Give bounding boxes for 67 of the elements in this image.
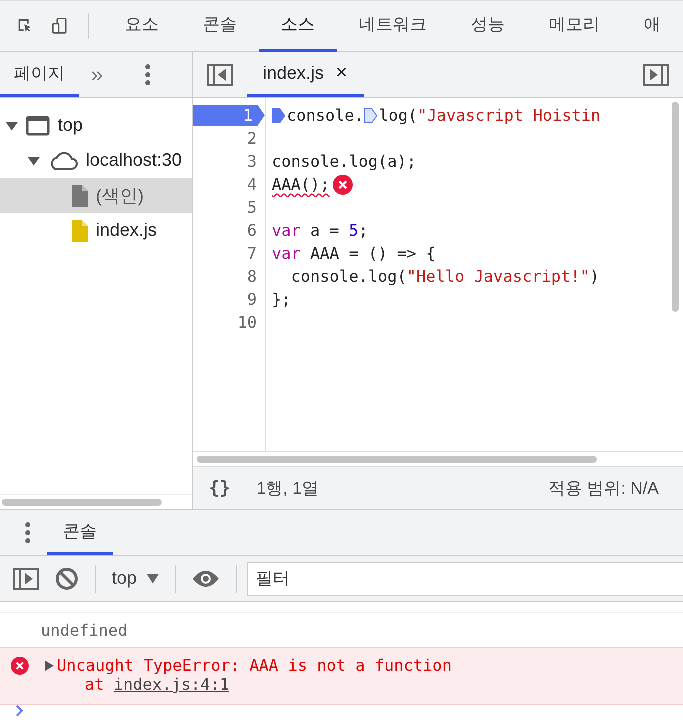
code-text: ) xyxy=(590,267,600,286)
sidebar-toggle-icon[interactable] xyxy=(13,568,39,590)
code-text: console.log(a); xyxy=(272,152,416,171)
code-text: log( xyxy=(379,106,418,125)
expand-triangle-icon[interactable] xyxy=(6,120,18,132)
line-number: 3 xyxy=(246,151,258,172)
tree-item[interactable]: (색인) xyxy=(0,178,192,213)
code-text: console. xyxy=(287,106,364,125)
line-number: 10 xyxy=(236,312,258,333)
breakpoint-marker-icon[interactable] xyxy=(364,108,378,124)
error-text: Uncaught TypeError: AAA is not a function xyxy=(57,656,452,675)
panel-tab[interactable]: 애 xyxy=(622,0,683,52)
tree-item[interactable]: index.js xyxy=(0,213,192,248)
expand-triangle-icon[interactable] xyxy=(45,660,54,672)
panel-tab[interactable]: 성능 xyxy=(449,0,527,52)
context-selector[interactable]: top xyxy=(112,568,160,589)
line-number: 2 xyxy=(246,128,258,149)
file-icon xyxy=(72,220,88,242)
panel-tab[interactable]: 메모리 xyxy=(527,0,622,52)
code-keyword: var xyxy=(272,244,301,263)
line-number: 5 xyxy=(246,197,258,218)
file-icon xyxy=(72,184,88,206)
frame-icon xyxy=(26,116,50,136)
cursor-position: 1행, 1열 xyxy=(256,478,320,500)
toggle-debugger-icon[interactable] xyxy=(643,64,669,86)
expand-triangle-icon[interactable] xyxy=(28,154,40,166)
navigator-tab[interactable]: 페이지 xyxy=(0,52,79,97)
line-number: 1 xyxy=(193,105,265,126)
line-number: 4 xyxy=(246,174,258,195)
clear-console-icon[interactable] xyxy=(55,566,79,590)
code-number: 5 xyxy=(349,221,359,240)
code-text: ; xyxy=(358,221,368,240)
line-number: 8 xyxy=(246,266,258,287)
code-string: "Hello Javascript!" xyxy=(406,267,590,286)
code-string: "Javascript Hoistin xyxy=(418,106,601,125)
breakpoint-marker-icon[interactable] xyxy=(272,108,286,124)
source-link[interactable]: index.js:4:1 xyxy=(114,675,230,694)
tree-item[interactable]: top xyxy=(0,108,192,143)
error-icon xyxy=(332,174,353,194)
cloud-icon xyxy=(48,150,78,170)
eye-icon[interactable] xyxy=(192,570,220,588)
toggle-navigator-icon[interactable] xyxy=(207,64,233,86)
coverage-status: 적용 범위: N/A xyxy=(548,478,659,500)
line-number: 6 xyxy=(246,220,258,241)
code-keyword: var xyxy=(272,221,301,240)
more-options-icon[interactable] xyxy=(145,64,152,86)
code-text: AAA(); xyxy=(272,175,330,194)
panel-tab[interactable]: 콘솔 xyxy=(181,0,259,52)
error-icon xyxy=(11,657,29,675)
code-text: AAA = () => { xyxy=(310,244,436,263)
console-output: undefined xyxy=(41,620,128,640)
filter-field[interactable]: 필터 xyxy=(247,562,683,596)
code-text: console.log( xyxy=(290,267,407,286)
pretty-print-button[interactable]: {} xyxy=(209,478,231,498)
line-number: 7 xyxy=(246,243,258,264)
scrollbar[interactable] xyxy=(672,102,679,312)
more-options-icon[interactable] xyxy=(25,522,31,544)
code-text: }; xyxy=(272,290,292,309)
stack-text: at xyxy=(85,675,104,694)
tree-item[interactable]: localhost:30 xyxy=(0,143,192,178)
dropdown-arrow-icon xyxy=(147,572,160,584)
line-number: 9 xyxy=(246,289,258,310)
panel-tab[interactable]: 요소 xyxy=(103,0,181,52)
panel-tab[interactable]: 네트워크 xyxy=(337,0,449,52)
prompt-icon[interactable] xyxy=(15,705,25,717)
more-tabs-button[interactable]: » xyxy=(85,62,110,88)
code-text: a = xyxy=(310,221,340,240)
